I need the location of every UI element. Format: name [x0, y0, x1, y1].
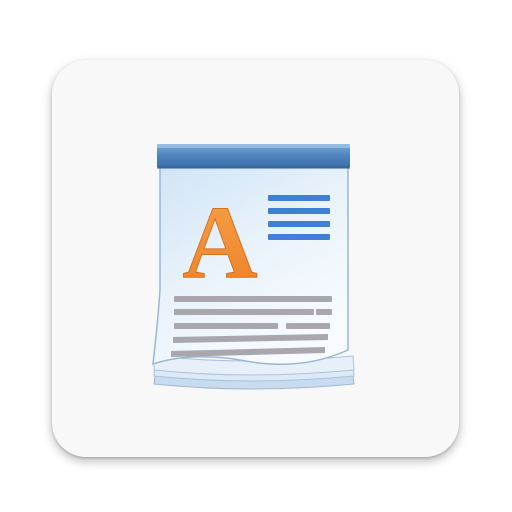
letter-a-glyph: A: [182, 185, 257, 300]
app-icon-stage: A: [0, 0, 512, 512]
wordpad-icon: A: [152, 144, 355, 390]
